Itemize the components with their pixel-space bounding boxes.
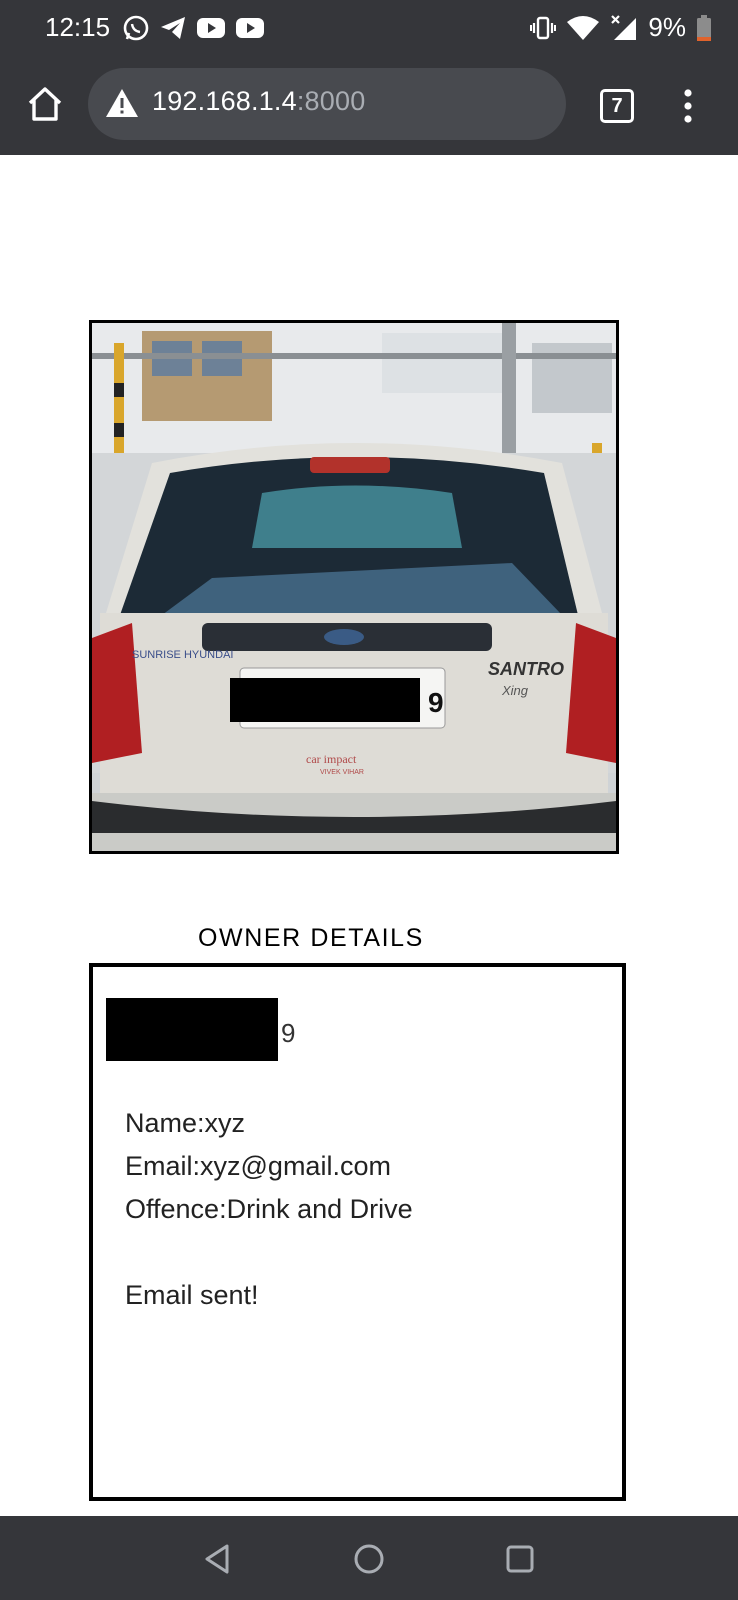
plate-redaction: [230, 678, 420, 722]
more-menu-icon[interactable]: [681, 89, 695, 123]
warning-icon[interactable]: [105, 88, 139, 118]
home-nav-icon[interactable]: [352, 1542, 386, 1576]
home-icon[interactable]: [26, 85, 64, 123]
url-port: :8000: [296, 86, 366, 116]
section-title: OWNER DETAILS: [198, 924, 424, 952]
owner-info: Name:xyz Email:xyz@gmail.com Offence:Dri…: [125, 1102, 413, 1317]
signal-icon: [611, 14, 637, 40]
status-app-icons: [122, 14, 265, 42]
tab-switcher-button[interactable]: 7: [600, 89, 634, 123]
owner-details-box: 9 Name:xyz Email:xyz@gmail.com Offence:D…: [89, 963, 626, 1501]
recents-icon[interactable]: [503, 1542, 537, 1576]
plate-suffix-text: 9: [428, 687, 444, 718]
url-host: 192.168.1.4: [152, 86, 297, 116]
battery-percent: 9%: [648, 12, 686, 42]
status-time: 12:15: [45, 12, 111, 42]
wifi-icon: [567, 15, 600, 40]
trim-badge-text: Xing: [501, 683, 529, 698]
browser-toolbar: 192.168.1.4:8000 7: [0, 56, 738, 155]
car-photo: 9 SUNRISE HYUNDAI SANTRO Xing car impact…: [89, 320, 619, 854]
brand-badge-text: SUNRISE HYUNDAI: [132, 649, 233, 661]
vibrate-icon: [530, 16, 557, 39]
whatsapp-icon: [123, 15, 149, 41]
url-text[interactable]: 192.168.1.4:8000: [152, 86, 365, 117]
plate-suffix: 9: [281, 1018, 296, 1048]
owner-email: Email:xyz@gmail.com: [125, 1151, 391, 1181]
back-icon[interactable]: [201, 1542, 235, 1576]
youtube-icon: [197, 18, 225, 38]
telegram-icon: [161, 17, 185, 39]
dealer-sticker-text: car impact: [306, 752, 357, 766]
battery-icon: [697, 14, 711, 41]
system-navigation-bar: [0, 1516, 738, 1600]
address-bar[interactable]: 192.168.1.4:8000: [88, 68, 566, 140]
email-status: Email sent!: [125, 1280, 259, 1310]
dealer-sticker-sub-text: VIVEK VIHAR: [320, 769, 364, 776]
owner-offence: Offence:Drink and Drive: [125, 1194, 413, 1224]
redaction-block: [106, 998, 278, 1061]
youtube-icon: [236, 18, 264, 38]
number-plate-line: 9: [106, 998, 295, 1061]
model-badge-text: SANTRO: [488, 659, 564, 679]
owner-name: Name:xyz: [125, 1108, 246, 1138]
status-indicators: 9%: [530, 12, 712, 43]
status-bar: 12:15 9%: [0, 0, 738, 56]
car-image: 9 SUNRISE HYUNDAI SANTRO Xing car impact…: [92, 323, 616, 851]
